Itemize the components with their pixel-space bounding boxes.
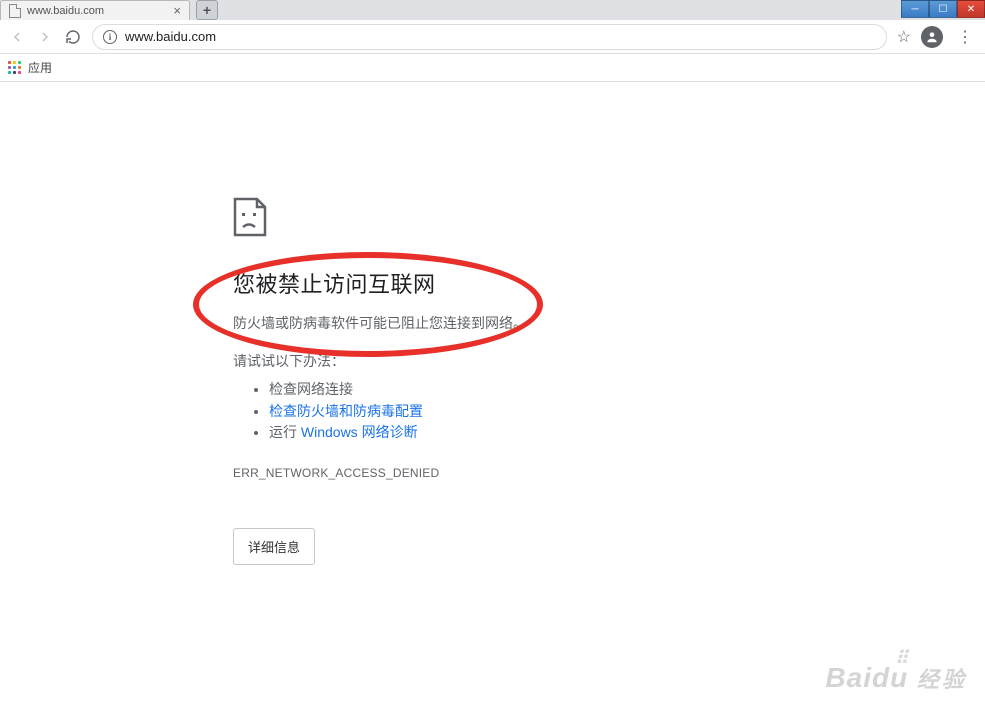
details-button[interactable]: 详细信息 [233, 528, 315, 565]
error-page: 您被禁止访问互联网 防火墙或防病毒软件可能已阻止您连接到网络。 请试试以下办法：… [0, 82, 985, 565]
site-info-icon[interactable]: i [103, 30, 117, 44]
firewall-config-link[interactable]: 检查防火墙和防病毒配置 [269, 403, 423, 419]
try-label: 请试试以下办法： [233, 351, 985, 371]
window-close-button[interactable]: ✕ [957, 0, 985, 18]
bookmark-star-icon[interactable]: ☆ [897, 27, 911, 47]
error-subtext: 防火墙或防病毒软件可能已阻止您连接到网络。 [233, 313, 985, 333]
new-tab-button[interactable]: + [196, 0, 218, 20]
windows-diagnostics-link[interactable]: Windows 网络诊断 [301, 424, 418, 440]
bookmarks-bar: 应用 [0, 54, 985, 82]
window-minimize-button[interactable]: ─ [901, 0, 929, 18]
browser-tab[interactable]: www.baidu.com × [0, 0, 190, 20]
toolbar: i www.baidu.com ☆ ⋮ [0, 20, 985, 54]
suggestion-item: 运行 Windows 网络诊断 [269, 422, 985, 444]
tab-close-button[interactable]: × [173, 3, 181, 18]
address-bar[interactable]: i www.baidu.com [92, 24, 887, 50]
suggestion-item: 检查防火墙和防病毒配置 [269, 401, 985, 423]
apps-label[interactable]: 应用 [28, 59, 52, 76]
menu-button[interactable]: ⋮ [953, 27, 977, 47]
reload-button[interactable] [64, 28, 82, 46]
url-text: www.baidu.com [125, 29, 216, 44]
tab-strip: www.baidu.com × + [0, 0, 985, 20]
suggestion-item: 检查网络连接 [269, 379, 985, 401]
suggestions-list: 检查网络连接 检查防火墙和防病毒配置 运行 Windows 网络诊断 [233, 379, 985, 444]
profile-button[interactable] [921, 26, 943, 48]
paw-icon: ⠿ [895, 648, 909, 669]
apps-icon[interactable] [8, 61, 22, 75]
page-icon [9, 4, 21, 18]
window-maximize-button[interactable]: ☐ [929, 0, 957, 18]
error-code: ERR_NETWORK_ACCESS_DENIED [233, 466, 985, 480]
window-controls: ─ ☐ ✕ [901, 0, 985, 18]
forward-button[interactable] [36, 28, 54, 46]
back-button[interactable] [8, 28, 26, 46]
tab-title: www.baidu.com [27, 5, 167, 17]
watermark: ⠿ Baidu 经验 [825, 662, 967, 694]
error-heading: 您被禁止访问互联网 [233, 267, 985, 299]
sad-page-icon [233, 197, 269, 237]
watermark-text: 经验 [917, 667, 967, 692]
